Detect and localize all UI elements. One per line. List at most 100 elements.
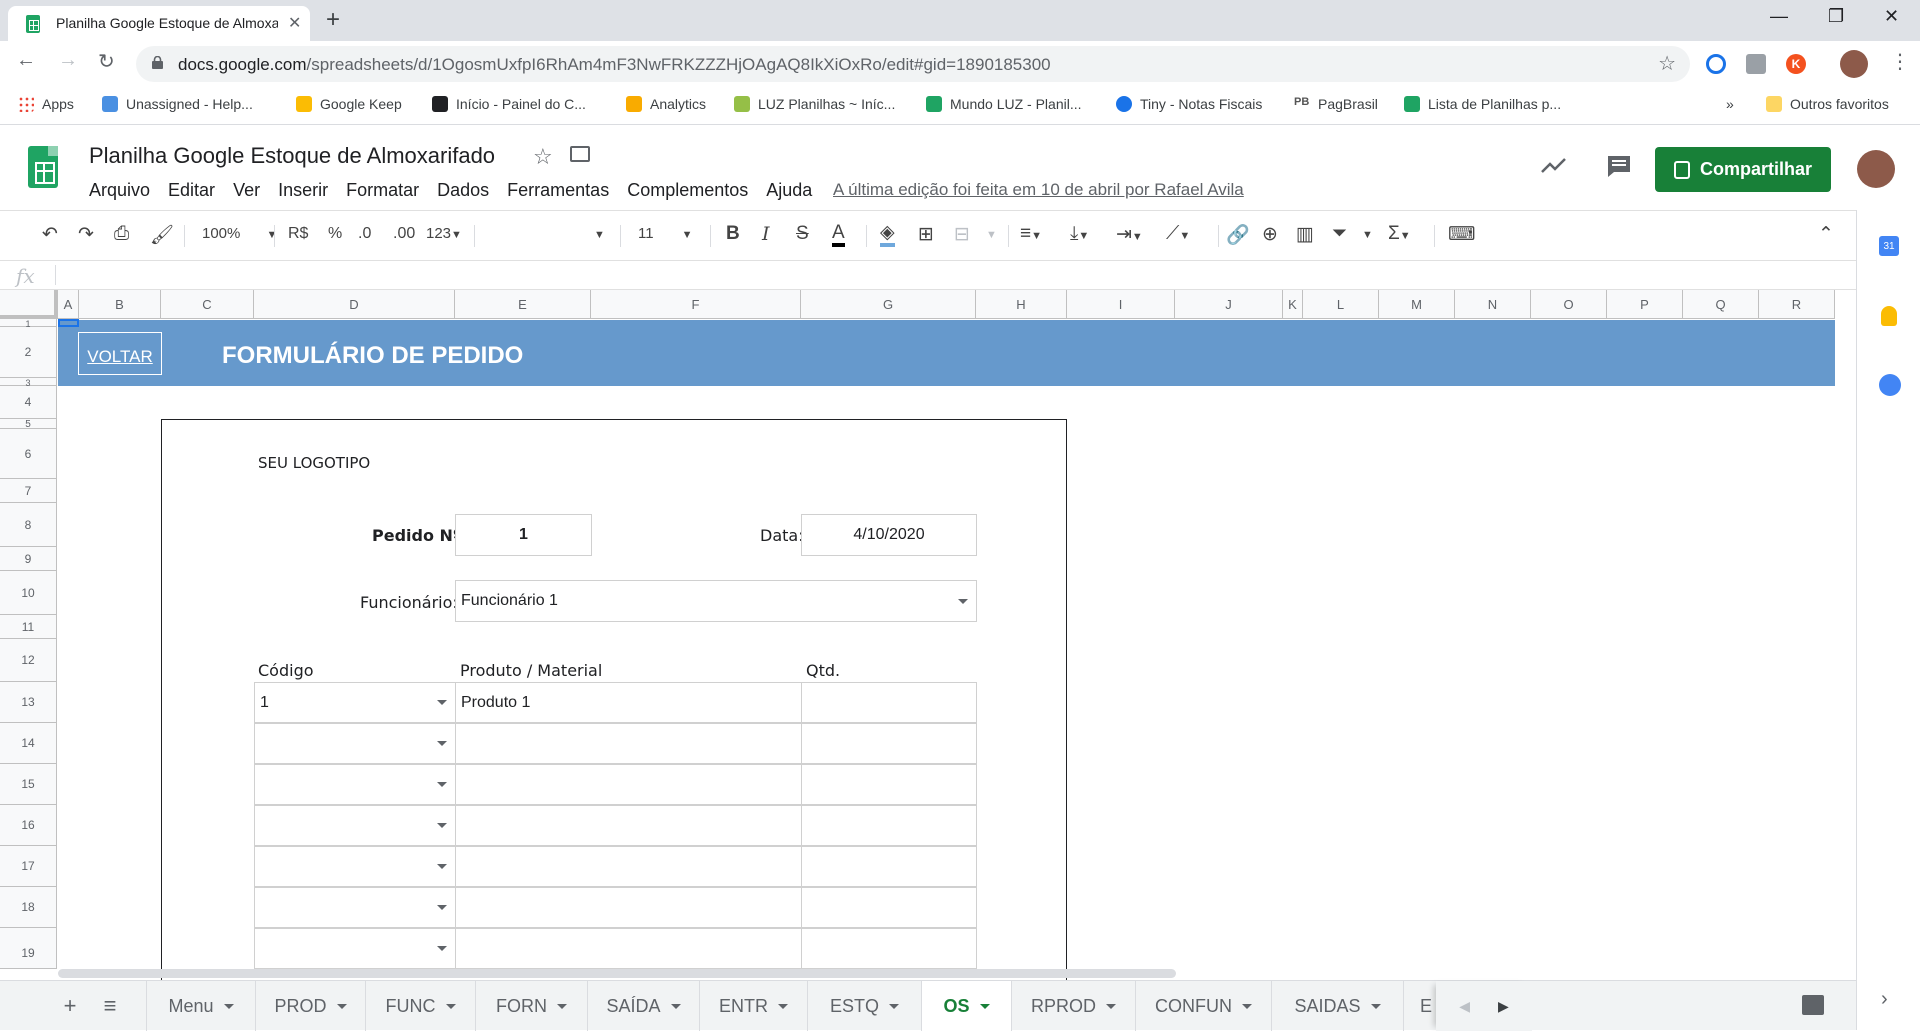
decrease-decimal-button[interactable]: .0: [358, 225, 371, 243]
product-cell[interactable]: [455, 723, 802, 764]
row-header[interactable]: 3: [0, 378, 57, 388]
sheet-tab-menu[interactable]: Menu: [146, 981, 256, 1031]
text-rotation-icon[interactable]: ⟋▼: [1166, 223, 1190, 245]
employee-dropdown-icon[interactable]: [958, 599, 968, 604]
code-dropdown-icon[interactable]: [437, 823, 447, 828]
all-sheets-icon[interactable]: ≡: [92, 981, 128, 1031]
undo-icon[interactable]: ↶: [42, 223, 58, 246]
address-bar[interactable]: docs.google.com/spreadsheets/d/1OgosmUxf…: [136, 46, 1690, 82]
spreadsheet-grid[interactable]: A B C D E F G H I J K L M N O P Q R 1 2 …: [0, 290, 1836, 980]
quantity-cell[interactable]: [801, 723, 977, 764]
code-select[interactable]: 1: [254, 682, 456, 723]
column-header[interactable]: E: [455, 290, 591, 319]
column-header[interactable]: M: [1379, 290, 1455, 319]
keep-icon[interactable]: [1881, 306, 1897, 326]
code-select[interactable]: [254, 805, 456, 846]
user-avatar[interactable]: [1857, 150, 1895, 188]
column-header[interactable]: J: [1175, 290, 1283, 319]
product-cell[interactable]: [455, 887, 802, 928]
back-button[interactable]: VOLTAR: [78, 332, 162, 375]
document-title[interactable]: Planilha Google Estoque de Almoxarifado: [89, 143, 495, 169]
percent-format-button[interactable]: %: [328, 225, 342, 243]
star-icon[interactable]: ☆: [533, 144, 553, 170]
activity-trend-icon[interactable]: [1540, 156, 1568, 176]
row-header[interactable]: 15: [0, 764, 57, 805]
row-header[interactable]: 2: [0, 327, 57, 378]
filter-views-dropdown-icon[interactable]: ▼: [1362, 229, 1373, 241]
code-dropdown-icon[interactable]: [437, 905, 447, 910]
bookmark-mundo-luz[interactable]: Mundo LUZ - Planil...: [926, 96, 1082, 112]
quantity-cell[interactable]: [801, 928, 977, 969]
selected-cell-a1[interactable]: [58, 319, 79, 327]
calendar-icon[interactable]: 31: [1879, 236, 1899, 256]
row-header[interactable]: 4: [0, 386, 57, 419]
new-tab-icon[interactable]: +: [326, 6, 340, 34]
column-header[interactable]: K: [1283, 290, 1303, 319]
date-cell[interactable]: 4/10/2020: [801, 514, 977, 556]
quantity-cell[interactable]: [801, 846, 977, 887]
restore-icon[interactable]: ❐: [1828, 6, 1844, 27]
input-tools-keyboard-icon[interactable]: ⌨: [1448, 223, 1475, 246]
bookmark-google-keep[interactable]: Google Keep: [296, 96, 402, 112]
code-select[interactable]: [254, 887, 456, 928]
extension-k-icon[interactable]: K: [1786, 54, 1806, 74]
row-header[interactable]: 17: [0, 846, 57, 887]
bookmark-tiny[interactable]: Tiny - Notas Fiscais: [1116, 96, 1262, 112]
column-header[interactable]: D: [254, 290, 455, 319]
comments-icon[interactable]: [1606, 154, 1632, 178]
share-button[interactable]: Compartilhar: [1655, 147, 1831, 192]
row-header[interactable]: 16: [0, 805, 57, 846]
menu-ver[interactable]: Ver: [233, 180, 260, 201]
column-header[interactable]: N: [1455, 290, 1531, 319]
quantity-cell[interactable]: [801, 805, 977, 846]
bookmarks-overflow-icon[interactable]: »: [1726, 96, 1734, 112]
bookmark-pagbrasil[interactable]: PB PagBrasil: [1294, 96, 1378, 112]
column-header[interactable]: I: [1067, 290, 1175, 319]
font-family-select[interactable]: ▼: [594, 229, 605, 241]
quantity-cell[interactable]: [801, 887, 977, 928]
forward-icon[interactable]: →: [58, 49, 78, 72]
expand-panel-icon[interactable]: ›: [1881, 988, 1888, 1011]
code-select[interactable]: [254, 846, 456, 887]
fill-color-icon[interactable]: ◈: [880, 223, 895, 247]
sheet-tab-prod[interactable]: PROD: [256, 981, 366, 1031]
horizontal-align-icon[interactable]: ≡▼: [1020, 223, 1042, 245]
chrome-menu-icon[interactable]: ⋮: [1890, 49, 1910, 74]
sheet-tab-estq[interactable]: ESTQ: [808, 981, 922, 1031]
bookmark-analytics[interactable]: Analytics: [626, 96, 706, 112]
bookmark-lista-planilhas[interactable]: Lista de Planilhas p...: [1404, 96, 1561, 112]
column-header[interactable]: O: [1531, 290, 1607, 319]
sheet-tab-forn[interactable]: FORN: [476, 981, 588, 1031]
close-window-icon[interactable]: ✕: [1884, 6, 1899, 27]
row-header[interactable]: 14: [0, 723, 57, 764]
paint-format-icon[interactable]: 🖌: [150, 223, 174, 247]
tasks-icon[interactable]: [1879, 374, 1901, 396]
menu-ajuda[interactable]: Ajuda: [766, 180, 812, 201]
column-header[interactable]: G: [801, 290, 976, 319]
menu-formatar[interactable]: Formatar: [346, 180, 419, 201]
menu-dados[interactable]: Dados: [437, 180, 489, 201]
product-cell[interactable]: Produto 1: [455, 682, 802, 723]
sheet-tab-rprod[interactable]: RPROD: [1012, 981, 1136, 1031]
column-header[interactable]: H: [976, 290, 1067, 319]
row-header[interactable]: 8: [0, 503, 57, 547]
extension-notes-icon[interactable]: [1746, 54, 1766, 74]
column-header[interactable]: L: [1303, 290, 1379, 319]
order-number-cell[interactable]: 1: [455, 514, 592, 556]
row-header[interactable]: 18: [0, 887, 57, 928]
merge-cells-icon[interactable]: ⊟: [954, 223, 970, 246]
zoom-select[interactable]: 100% ▼: [202, 225, 277, 242]
sheet-tab-os[interactable]: OS: [922, 981, 1012, 1031]
text-wrap-icon[interactable]: ⇥▼: [1116, 223, 1143, 246]
insert-comment-icon[interactable]: ⊕: [1262, 223, 1278, 246]
row-header[interactable]: 1: [0, 319, 57, 329]
row-header[interactable]: 13: [0, 682, 57, 723]
reload-icon[interactable]: ↻: [98, 49, 115, 74]
minimize-icon[interactable]: —: [1770, 6, 1788, 27]
browser-tab[interactable]: Planilha Google Estoque de Almoxarifado …: [8, 6, 310, 41]
merge-dropdown-icon[interactable]: ▼: [986, 229, 997, 241]
quantity-cell[interactable]: [801, 682, 977, 723]
sheet-tab-saida[interactable]: SAÍDA: [588, 981, 700, 1031]
functions-icon[interactable]: Σ▼: [1388, 223, 1411, 245]
sheet-tab-func[interactable]: FUNC: [366, 981, 476, 1031]
